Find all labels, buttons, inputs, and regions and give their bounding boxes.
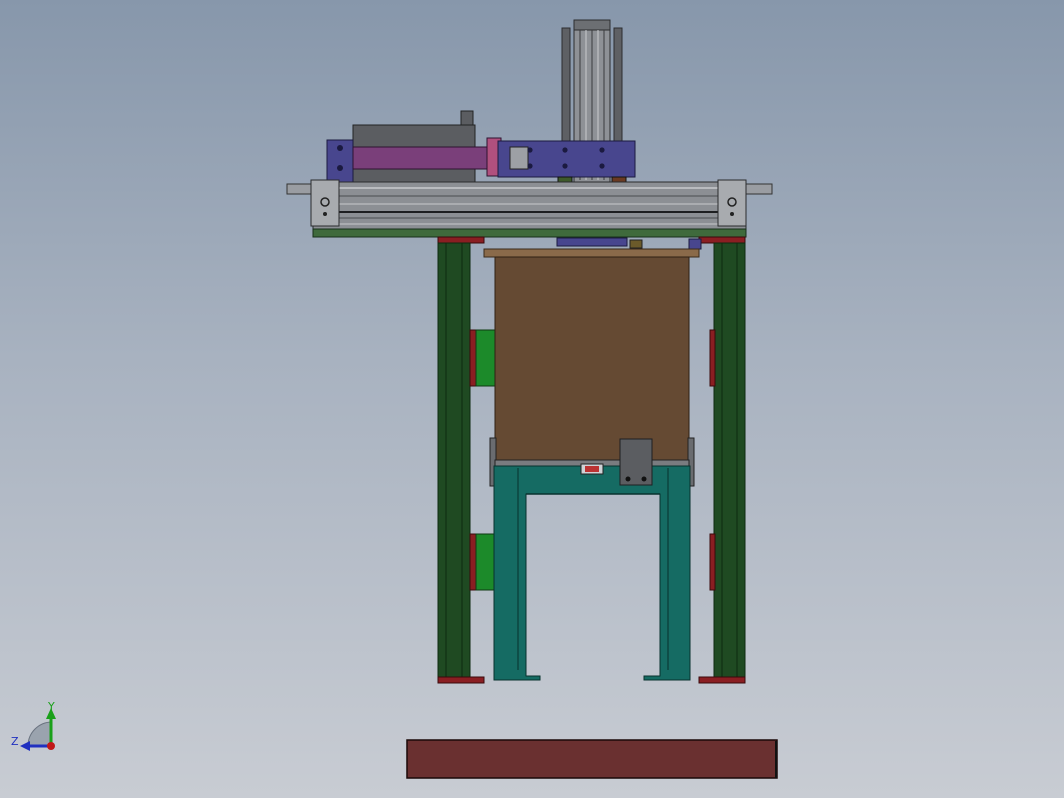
column-right [713,242,746,681]
rail-rod-left [286,183,314,195]
rail-end-block-left [310,179,340,227]
box-body [494,256,690,463]
box-lid [483,248,700,258]
clamp-red-upper-left [469,329,477,387]
triad-y-label: Y [47,700,55,713]
box-top-stud [629,239,643,249]
rail-rod-right [745,183,773,195]
magenta-cylinder [352,146,489,170]
column-left [437,242,471,681]
box-top-bracket [556,237,628,247]
column-foot-right [698,676,746,684]
linear-rail [286,179,773,238]
column-top-cap-right [698,236,746,244]
assembly-drawing: Y Z [11,19,778,779]
base-plate [312,228,747,238]
floor-plate [406,739,778,779]
view-orientation-triad[interactable]: Y Z [11,700,56,751]
frame-column-left [437,236,497,684]
clamp-red-lower-left [469,533,477,591]
end-plate-bolt [337,165,343,171]
column-foot-left [437,676,485,684]
clamp-red-lower-right [709,533,716,591]
teal-stand [493,438,691,681]
frame-column-right [688,236,746,684]
small-block-right [688,238,702,250]
material-box [483,237,700,487]
coupling-clamp-face [509,146,529,170]
end-plate-bolt [337,145,343,151]
rail-body [312,181,747,231]
column-top-cap-left [437,236,485,244]
triad-z-label: Z [11,735,19,748]
clamp-red-upper-right [709,329,716,387]
triad-x-axis [47,742,55,750]
stand-sensor-bracket [619,438,653,486]
stand-frame [493,465,691,681]
triad-base-arc [27,721,53,747]
clamp-green-lower-left [475,533,497,591]
clamp-green-upper-left [475,329,497,387]
actuator-top-cap [573,19,611,31]
rail-end-block-right [717,179,747,227]
cad-viewport[interactable]: Y Z [0,0,1064,798]
